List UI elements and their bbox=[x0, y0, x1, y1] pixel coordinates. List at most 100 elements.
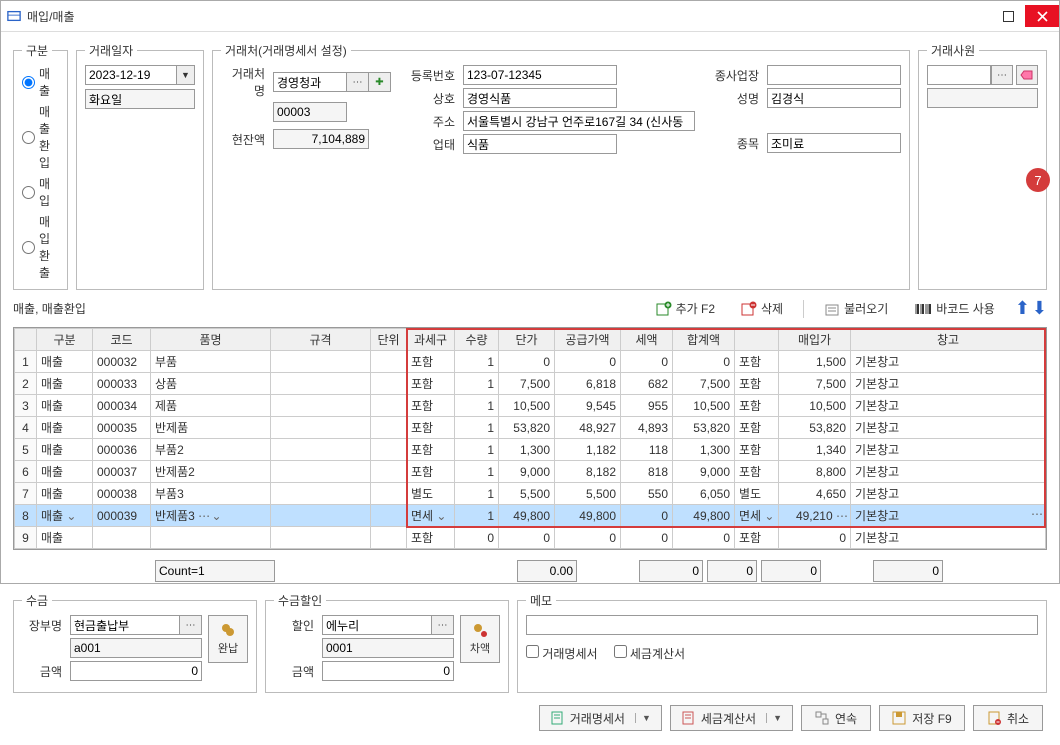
add-icon bbox=[656, 301, 672, 317]
diff-button[interactable]: 차액 bbox=[460, 615, 500, 663]
delete-row-button[interactable]: 삭제 bbox=[735, 298, 789, 319]
discount-lookup-button[interactable]: ⋯ bbox=[432, 615, 454, 635]
gubun-radio-3[interactable]: 매입환출 bbox=[22, 213, 59, 281]
continuous-button[interactable]: 연속 bbox=[801, 705, 871, 731]
load-button[interactable]: 불러오기 bbox=[818, 298, 894, 319]
discount-amount-input[interactable] bbox=[322, 661, 454, 681]
move-down-button[interactable]: ⬇ bbox=[1032, 298, 1047, 319]
taxinvoice-button[interactable]: 세금계산서 ▼ bbox=[670, 705, 793, 731]
complete-button[interactable]: 완납 bbox=[208, 615, 248, 663]
complete-icon bbox=[220, 622, 236, 638]
total-buy bbox=[873, 560, 943, 582]
app-icon bbox=[7, 9, 21, 23]
table-row[interactable]: 8매출 ⌄000039반제품3 ⋯ ⌄면세 ⌄149,80049,800049,… bbox=[15, 505, 1046, 527]
stmt-checkbox[interactable]: 거래명세서 bbox=[526, 645, 598, 662]
col-header[interactable]: 수량 bbox=[455, 329, 499, 351]
partner-lookup-button[interactable]: ⋯ bbox=[347, 72, 369, 92]
total-total bbox=[761, 560, 821, 582]
grid-subtitle: 매출, 매출환입 bbox=[13, 300, 86, 317]
date-fieldset: 거래일자 ▼ bbox=[76, 42, 204, 290]
receipt-amount-input[interactable] bbox=[70, 661, 202, 681]
diff-icon bbox=[472, 622, 488, 638]
count-display bbox=[155, 560, 275, 582]
table-row[interactable]: 1매출000032부품포함10000포함1,500기본창고 bbox=[15, 351, 1046, 373]
col-header[interactable]: 규격 bbox=[271, 329, 371, 351]
total-vat bbox=[707, 560, 757, 582]
col-header[interactable]: 매입가 bbox=[779, 329, 851, 351]
maximize-button[interactable] bbox=[991, 5, 1025, 27]
col-header[interactable]: 합계액 bbox=[673, 329, 735, 351]
close-button[interactable] bbox=[1025, 5, 1059, 27]
date-input[interactable] bbox=[85, 65, 177, 85]
col-header[interactable]: 과세구 bbox=[407, 329, 455, 351]
partner-fieldset: 거래처(거래명세서 설정) 거래처명 ⋯ ✚ bbox=[212, 42, 910, 290]
salesman-fieldset: 거래사원 ⋯ bbox=[918, 42, 1047, 290]
cancel-icon bbox=[987, 711, 1001, 725]
col-header[interactable]: 품명 bbox=[151, 329, 271, 351]
item-input[interactable] bbox=[767, 133, 901, 153]
total-qty bbox=[517, 560, 577, 582]
table-row[interactable]: 5매출000036부품2포함11,3001,1821181,300포함1,340… bbox=[15, 439, 1046, 461]
gubun-fieldset: 구분 매출 매출환입 매입 매입환출 bbox=[13, 42, 68, 290]
salesman-clear-button[interactable] bbox=[1016, 65, 1038, 85]
statement-icon bbox=[550, 711, 564, 725]
salesman-lookup-button[interactable]: ⋯ bbox=[991, 65, 1013, 85]
barcode-icon bbox=[914, 302, 932, 316]
table-row[interactable]: 9매출포함00000포함0기본창고 bbox=[15, 527, 1046, 549]
memo-input[interactable] bbox=[526, 615, 1038, 635]
company-input[interactable] bbox=[463, 88, 617, 108]
continuous-icon bbox=[815, 711, 829, 725]
col-header[interactable]: 단가 bbox=[499, 329, 555, 351]
save-button[interactable]: 저장 F9 bbox=[879, 705, 965, 731]
partner-code-display bbox=[273, 102, 347, 122]
discount-fieldset: 수금할인 할인 ⋯ bbox=[265, 592, 509, 693]
table-row[interactable]: 3매출000034제품포함110,5009,54595510,500포함10,5… bbox=[15, 395, 1046, 417]
col-header[interactable]: 단위 bbox=[371, 329, 407, 351]
ledger-lookup-button[interactable]: ⋯ bbox=[180, 615, 202, 635]
discount-input[interactable] bbox=[322, 615, 432, 635]
load-icon bbox=[824, 301, 840, 317]
ledger-input[interactable] bbox=[70, 615, 180, 635]
weekday-display bbox=[85, 89, 195, 109]
total-supply bbox=[639, 560, 703, 582]
save-icon bbox=[892, 711, 906, 725]
ledger-code-display bbox=[70, 638, 202, 658]
addr-input[interactable] bbox=[463, 111, 695, 131]
col-header[interactable] bbox=[735, 329, 779, 351]
regno-input[interactable] bbox=[463, 65, 617, 85]
biz-input[interactable] bbox=[463, 134, 617, 154]
table-row[interactable]: 6매출000037반제품2포함19,0008,1828189,000포함8,80… bbox=[15, 461, 1046, 483]
receipt-fieldset: 수금 장부명 ⋯ bbox=[13, 592, 257, 693]
partner-add-button[interactable]: ✚ bbox=[369, 72, 391, 92]
gubun-radio-0[interactable]: 매출 bbox=[22, 65, 59, 99]
salesman-input[interactable] bbox=[927, 65, 991, 85]
add-row-button[interactable]: 추가 F2 bbox=[650, 298, 721, 319]
taxinvoice-icon bbox=[681, 711, 695, 725]
sub-input[interactable] bbox=[767, 65, 901, 85]
col-header[interactable]: 코드 bbox=[93, 329, 151, 351]
manager-input[interactable] bbox=[767, 88, 901, 108]
cancel-button[interactable]: 취소 bbox=[973, 705, 1043, 731]
delete-icon bbox=[741, 301, 757, 317]
balance-display bbox=[273, 129, 369, 149]
move-up-button[interactable]: ⬆ bbox=[1015, 298, 1030, 319]
titlebar: 매입/매출 bbox=[1, 1, 1059, 32]
discount-code-display bbox=[322, 638, 454, 658]
col-header[interactable]: 창고 bbox=[851, 329, 1046, 351]
salesman-display bbox=[927, 88, 1038, 108]
table-row[interactable]: 2매출000033상품포함17,5006,8186827,500포함7,500기… bbox=[15, 373, 1046, 395]
col-header[interactable]: 구분 bbox=[37, 329, 93, 351]
tax-checkbox[interactable]: 세금계산서 bbox=[614, 645, 686, 662]
col-header[interactable]: 공급가액 bbox=[555, 329, 621, 351]
main-grid[interactable]: 구분코드품명규격단위과세구수량단가공급가액세액합계액 매입가창고 1매출00003… bbox=[13, 327, 1047, 550]
col-header[interactable]: 세액 bbox=[621, 329, 673, 351]
table-row[interactable]: 7매출000038부품3별도15,5005,5005506,050별도4,650… bbox=[15, 483, 1046, 505]
statement-button[interactable]: 거래명세서 ▼ bbox=[539, 705, 662, 731]
memo-fieldset: 메모 거래명세서 세금계산서 bbox=[517, 592, 1047, 693]
date-dropdown-button[interactable]: ▼ bbox=[177, 65, 195, 85]
table-row[interactable]: 4매출000035반제품포함153,82048,9274,89353,820포함… bbox=[15, 417, 1046, 439]
gubun-radio-2[interactable]: 매입 bbox=[22, 175, 59, 209]
barcode-button[interactable]: 바코드 사용 bbox=[908, 298, 1001, 319]
gubun-radio-1[interactable]: 매출환입 bbox=[22, 103, 59, 171]
partner-name-input[interactable] bbox=[273, 72, 347, 92]
